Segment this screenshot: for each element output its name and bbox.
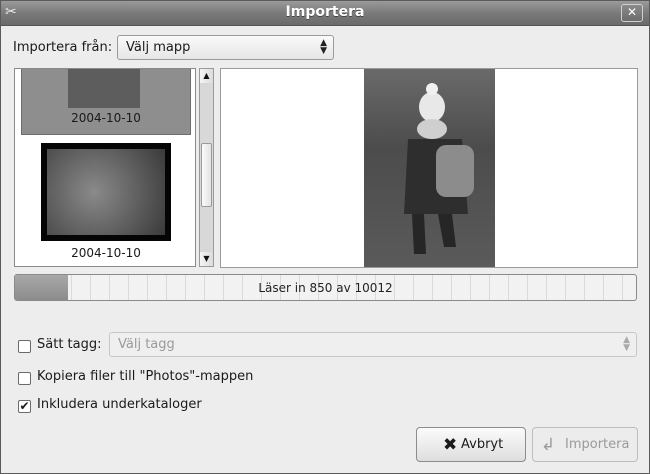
tag-select[interactable]: Välj tagg ▲ ▼ [109, 332, 637, 357]
close-icon: ✕ [626, 5, 638, 19]
child-photo-illustration [404, 83, 474, 254]
tag-label: Sätt tagg: [37, 337, 102, 352]
thumbnail-date: 2004-10-10 [71, 246, 141, 260]
updown-arrows-icon: ▲ ▼ [320, 38, 327, 56]
copy-files-label: Kopiera filer till "Photos"-mappen [37, 369, 254, 384]
import-button-label: Importera [565, 437, 630, 452]
window-title: Importera [285, 4, 365, 20]
source-select-value: Välj mapp [126, 40, 191, 55]
updown-arrows-icon: ▲ ▼ [623, 335, 630, 353]
checkmark-icon: ✔ [19, 399, 30, 413]
preview-photo [364, 69, 495, 267]
cancel-button-label: Avbryt [461, 437, 504, 452]
copy-files-checkbox[interactable] [18, 372, 31, 385]
scroll-down-icon[interactable]: ▼ [200, 252, 213, 266]
thumbnail-item[interactable] [41, 143, 171, 241]
scrollbar-thumb[interactable] [201, 143, 212, 207]
tag-select-placeholder: Välj tagg [118, 337, 175, 352]
thumbnail-date: 2004-10-10 [71, 111, 141, 125]
import-arrow-icon: ↲ [541, 435, 556, 455]
progress-text: Läser in 850 av 10012 [258, 281, 393, 295]
include-subdirs-checkbox[interactable]: ✔ [18, 400, 31, 413]
progress-bar: Läser in 850 av 10012 [14, 274, 637, 301]
thumbnail-scrollbar[interactable]: ▲ ▼ [199, 68, 214, 267]
thumbnail-image [68, 69, 140, 108]
import-dialog: ✂ Importera ✕ Importera från: Välj mapp … [0, 0, 650, 474]
source-label: Importera från: [13, 40, 113, 55]
source-select[interactable]: Välj mapp ▲ ▼ [117, 35, 334, 60]
scroll-up-icon[interactable]: ▲ [200, 69, 213, 83]
include-subdirs-label: Inkludera underkataloger [37, 397, 202, 412]
title-bar[interactable]: ✂ Importera ✕ [1, 1, 649, 26]
image-preview [220, 68, 638, 268]
cancel-x-icon: ✖ [443, 435, 458, 455]
close-button[interactable]: ✕ [621, 4, 643, 22]
tag-checkbox[interactable] [18, 340, 31, 353]
thumbnail-list[interactable]: 2004-10-10 2004-10-10 [14, 68, 196, 267]
import-button[interactable]: ↲ Importera [532, 427, 638, 462]
thumbnail-image [47, 149, 165, 235]
cancel-button[interactable]: ✖ Avbryt [416, 427, 526, 462]
